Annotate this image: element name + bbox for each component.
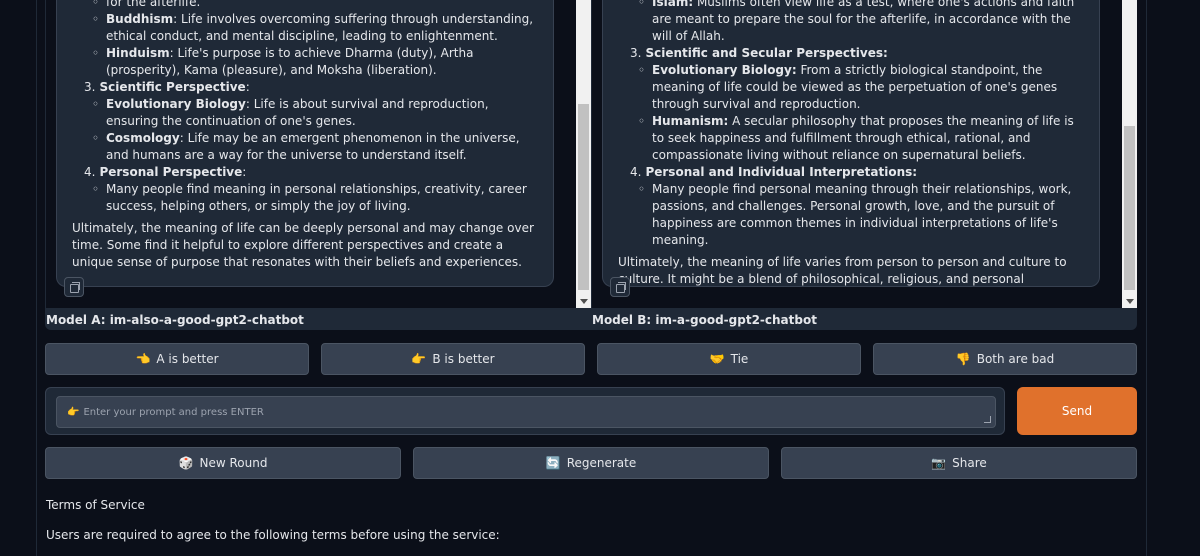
scroll-down-arrow-icon[interactable] [580,299,588,304]
chatbot-b-scrollbar[interactable] [1122,0,1137,308]
copy-icon[interactable] [64,277,84,297]
chatbot-a-scrollbar[interactable] [576,0,591,308]
chatbot-b-text: Islam: Muslims often view life as a test… [618,0,1085,286]
a-is-better-button[interactable]: 👈 A is better [45,343,309,375]
list-item: 4. Personal and Individual Interpretation… [630,165,918,179]
send-button[interactable]: Send [1017,387,1137,435]
button-label: Regenerate [566,456,637,470]
button-label: Share [952,456,987,470]
list-item: Buddhism: Life involves overcoming suffe… [92,11,539,45]
point-right-icon: 👉 [411,352,427,366]
list-item: Islam: Muslims often view life as a test… [638,0,1085,45]
button-label: Tie [730,352,749,366]
conclusion-paragraph: Ultimately, the meaning of life varies f… [618,255,1067,286]
list-item: Many people find meaning in personal rel… [92,181,539,215]
resize-handle-icon[interactable] [984,416,991,423]
point-left-icon: 👈 [135,352,151,366]
prompt-container: 👉 Enter your prompt and press ENTER [45,387,1005,435]
list-item: Humanism: A secular philosophy that prop… [638,113,1085,164]
scroll-down-arrow-icon[interactable] [1126,299,1134,304]
tie-button[interactable]: 🤝 Tie [597,343,861,375]
chatbot-b-message: Islam: Muslims often view life as a test… [602,0,1100,287]
b-is-better-button[interactable]: 👉 B is better [321,343,585,375]
list-item: 3. Scientific Perspective: [84,80,250,94]
prompt-input[interactable]: 👉 Enter your prompt and press ENTER [56,396,996,428]
button-label: B is better [432,352,495,366]
regenerate-button[interactable]: 🔄 Regenerate [413,447,769,479]
list-item: Evolutionary Biology: Life is about surv… [92,96,539,130]
camera-icon: 📷 [931,456,947,470]
list-item: 3. Scientific and Secular Perspectives: [630,46,888,60]
model-b-label: Model B: im-a-good-gpt2-chatbot [592,313,817,327]
chatbot-b-panel[interactable]: Islam: Muslims often view life as a test… [592,0,1137,308]
scrollbar-thumb[interactable] [578,104,589,290]
chatbot-a-text: for the afterlife. Buddhism: Life involv… [72,0,539,271]
both-bad-button[interactable]: 👎 Both are bad [873,343,1137,375]
list-item: Many people find personal meaning throug… [638,181,1085,249]
chatbot-a-message: for the afterlife. Buddhism: Life involv… [56,0,554,287]
terms-text: Users are required to agree to the follo… [46,528,500,542]
list-item: Evolutionary Biology: From a strictly bi… [638,62,1085,113]
prompt-placeholder: Enter your prompt and press ENTER [83,406,264,418]
refresh-icon: 🔄 [545,456,561,470]
share-button[interactable]: 📷 Share [781,447,1137,479]
button-label: A is better [156,352,219,366]
button-label: New Round [199,456,268,470]
chatbot-a-panel[interactable]: for the afterlife. Buddhism: Life involv… [46,0,591,308]
model-a-label: Model A: im-also-a-good-gpt2-chatbot [46,313,304,327]
page-border-right [1146,0,1147,556]
conclusion-paragraph: Ultimately, the meaning of life can be d… [72,221,534,269]
list-item: for the afterlife. [92,0,539,11]
list-item: Hinduism: Life's purpose is to achieve D… [92,45,539,79]
dice-icon: 🎲 [178,456,194,470]
thumbs-down-icon: 👎 [955,352,971,366]
terms-title: Terms of Service [46,498,145,512]
handshake-icon: 🤝 [709,352,725,366]
point-right-icon: 👉 [67,406,80,418]
list-item: 4. Personal Perspective: [84,165,247,179]
page-border-left [36,0,37,556]
list-item: Cosmology: Life may be an emergent pheno… [92,130,539,164]
new-round-button[interactable]: 🎲 New Round [45,447,401,479]
scrollbar-thumb[interactable] [1124,126,1135,290]
button-label: Both are bad [976,352,1055,366]
copy-icon[interactable] [610,277,630,297]
